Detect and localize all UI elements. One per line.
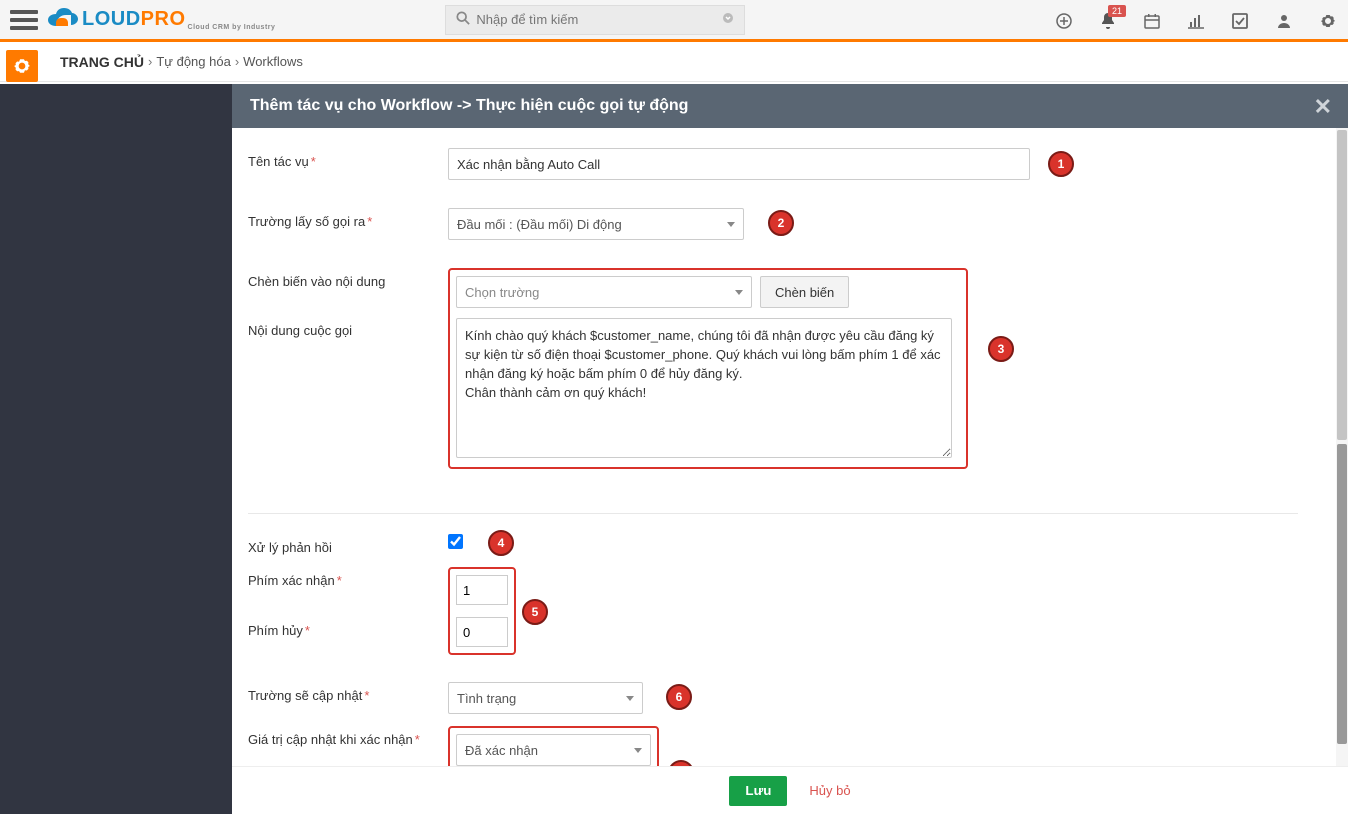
- search-input[interactable]: [476, 12, 722, 27]
- select-dial-field[interactable]: Đầu mối : (Đầu mối) Di động: [448, 208, 744, 240]
- chevron-down-icon[interactable]: [722, 12, 734, 27]
- gear-icon[interactable]: [1318, 11, 1338, 31]
- insert-field-placeholder: Chọn trường: [465, 285, 539, 300]
- annotation-4: 4: [488, 530, 514, 556]
- select-insert-field[interactable]: Chọn trường: [456, 276, 752, 308]
- label-insert-var: Chèn biến vào nội dung: [248, 274, 385, 289]
- user-icon[interactable]: [1274, 11, 1294, 31]
- modal-header: Thêm tác vụ cho Workflow -> Thực hiện cu…: [232, 84, 1348, 128]
- modal: Thêm tác vụ cho Workflow -> Thực hiện cu…: [232, 84, 1348, 814]
- breadcrumb-row: TRANG CHỦ › Tự động hóa › Workflows: [0, 42, 1348, 82]
- modal-footer: Lưu Hủy bỏ: [232, 766, 1348, 814]
- modal-body: Tên tác vụ* 1 Trường lấy số gọi ra* Đầu …: [232, 128, 1348, 766]
- notif-badge: 21: [1108, 5, 1126, 17]
- menu-icon[interactable]: [10, 6, 38, 34]
- label-handle-response: Xử lý phản hồi: [248, 540, 332, 555]
- search-icon: [456, 11, 470, 28]
- dial-field-value: Đầu mối : (Đầu mối) Di động: [457, 217, 622, 232]
- bell-icon[interactable]: 21: [1098, 11, 1118, 31]
- label-task-name: Tên tác vụ: [248, 154, 309, 169]
- top-icons: 21: [1054, 0, 1338, 42]
- caret-icon: [626, 696, 634, 701]
- update-field-value: Tình trạng: [457, 691, 516, 706]
- label-cancel-key: Phím hủy: [248, 623, 303, 638]
- caret-icon: [727, 222, 735, 227]
- label-update-confirm-value: Giá trị cập nhật khi xác nhận: [248, 732, 413, 747]
- insert-var-button[interactable]: Chèn biến: [760, 276, 849, 308]
- plus-icon[interactable]: [1054, 11, 1074, 31]
- calendar-icon[interactable]: [1142, 11, 1162, 31]
- caret-icon: [634, 748, 642, 753]
- select-update-confirm-value[interactable]: Đã xác nhận: [456, 734, 651, 766]
- input-confirm-key[interactable]: [456, 575, 508, 605]
- logo-text-1: LOUD: [82, 8, 141, 31]
- select-update-field[interactable]: Tình trạng: [448, 682, 643, 714]
- caret-icon: [735, 290, 743, 295]
- annotation-2: 2: [768, 210, 794, 236]
- logo-subtitle: Cloud CRM by Industry: [188, 24, 276, 31]
- cancel-button[interactable]: Hủy bỏ: [809, 783, 850, 798]
- close-icon[interactable]: ✕: [1314, 94, 1332, 120]
- logo[interactable]: LOUDPRO Cloud CRM by Industry: [46, 7, 275, 33]
- left-sidebar: [0, 84, 232, 814]
- modal-title: Thêm tác vụ cho Workflow -> Thực hiện cu…: [250, 97, 688, 115]
- annotation-3: 3: [988, 336, 1014, 362]
- topbar: LOUDPRO Cloud CRM by Industry 21: [0, 0, 1348, 42]
- cloud-icon: [46, 7, 80, 33]
- annotation-1: 1: [1048, 151, 1074, 177]
- textarea-call-content[interactable]: [456, 318, 952, 458]
- breadcrumb-workflows[interactable]: Workflows: [243, 54, 303, 69]
- label-call-content: Nội dung cuộc gọi: [248, 323, 352, 338]
- settings-side-button[interactable]: [6, 50, 38, 82]
- update-confirm-value: Đã xác nhận: [465, 743, 538, 758]
- breadcrumb-automation[interactable]: Tự động hóa: [156, 54, 230, 69]
- label-update-field: Trường sẽ cập nhật: [248, 688, 362, 703]
- scrollbar[interactable]: [1336, 128, 1348, 766]
- annotation-6: 6: [666, 684, 692, 710]
- breadcrumb-home[interactable]: TRANG CHỦ: [60, 54, 144, 70]
- save-button[interactable]: Lưu: [729, 776, 787, 806]
- label-confirm-key: Phím xác nhận: [248, 573, 335, 588]
- label-dial-field: Trường lấy số gọi ra: [248, 214, 365, 229]
- checkbox-icon[interactable]: [1230, 11, 1250, 31]
- logo-text-2: PRO: [141, 8, 186, 31]
- checkbox-handle-response[interactable]: [448, 534, 463, 549]
- global-search[interactable]: [445, 5, 745, 35]
- input-task-name[interactable]: [448, 148, 1030, 180]
- stats-icon[interactable]: [1186, 11, 1206, 31]
- scrollbar-thumb-upper[interactable]: [1337, 130, 1347, 440]
- scrollbar-thumb-lower[interactable]: [1337, 444, 1347, 744]
